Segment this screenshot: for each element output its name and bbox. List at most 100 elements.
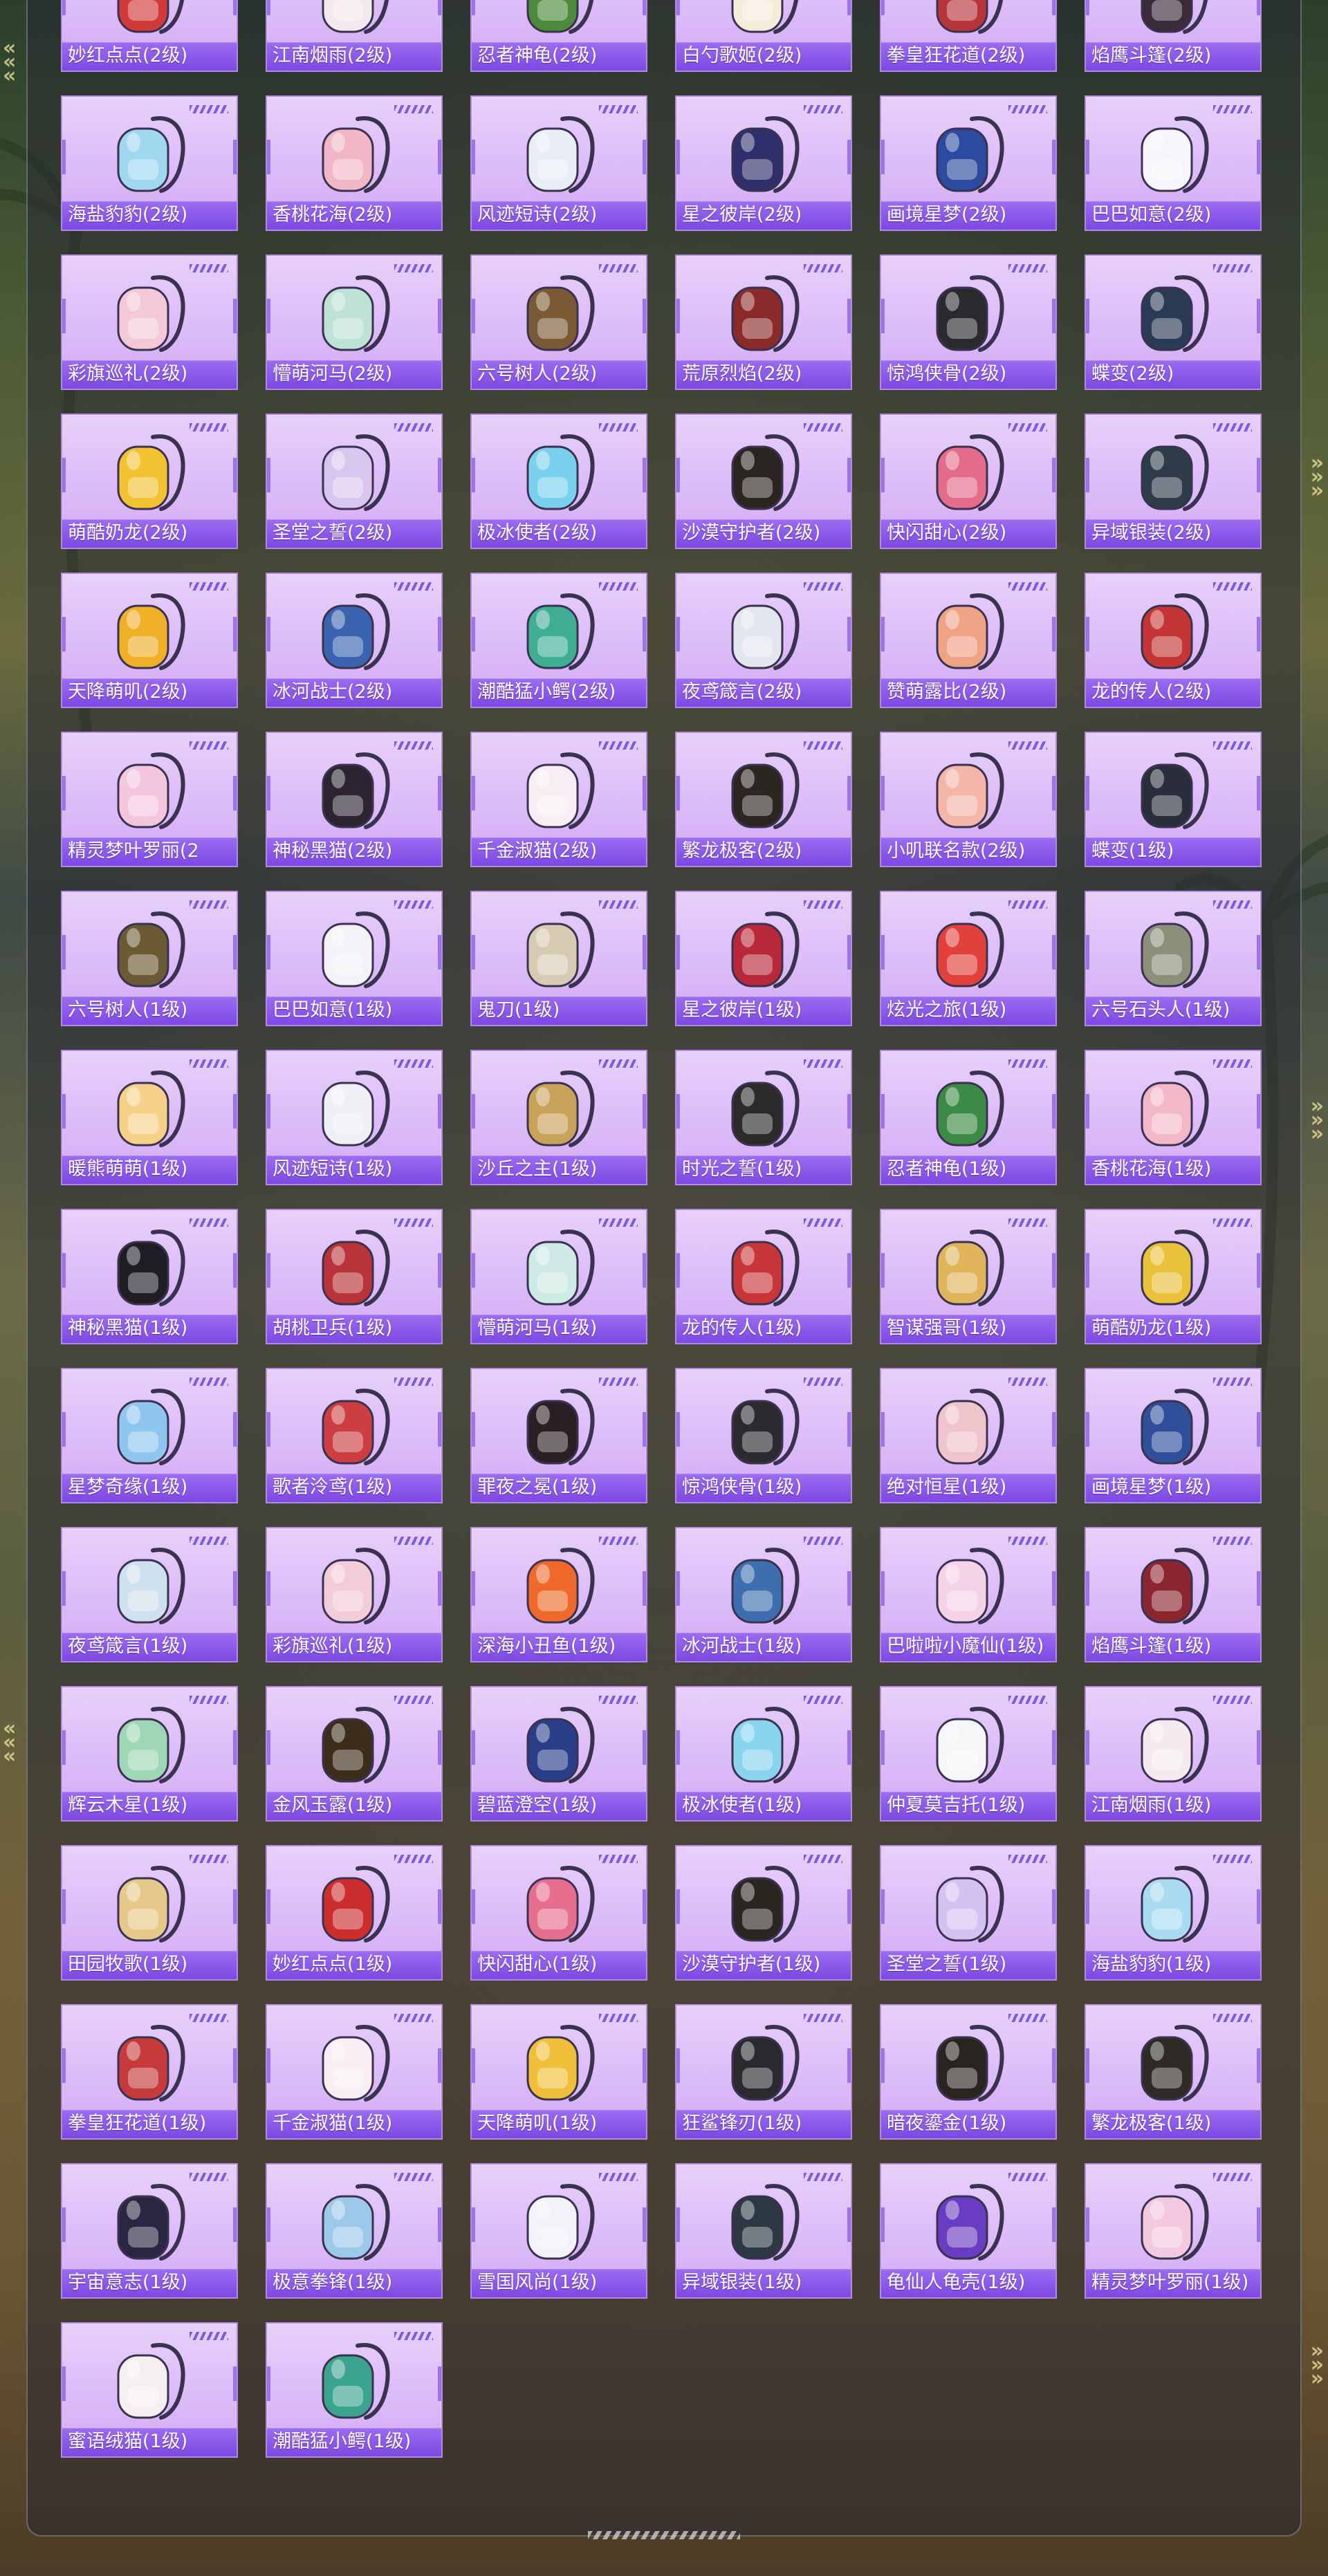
backpack-item-tile[interactable]: 天降萌叽(2级) bbox=[61, 573, 238, 708]
backpack-item-tile[interactable]: 拳皇狂花道(2级) bbox=[880, 0, 1057, 72]
backpack-item-tile[interactable]: 精灵梦叶罗丽(1级) bbox=[1085, 2163, 1262, 2299]
right-chevron-decoration: »»» bbox=[1310, 1094, 1324, 1146]
backpack-item-tile[interactable]: 彩旗巡礼(1级) bbox=[266, 1527, 443, 1662]
backpack-item-tile[interactable]: 冰河战士(2级) bbox=[266, 573, 443, 708]
backpack-item-tile[interactable]: 冰河战士(1级) bbox=[675, 1527, 852, 1662]
backpack-item-tile[interactable]: 蝶变(2级) bbox=[1085, 254, 1262, 390]
backpack-item-tile[interactable]: 异域银装(1级) bbox=[675, 2163, 852, 2299]
backpack-item-tile[interactable]: 焰鹰斗篷(2级) bbox=[1085, 0, 1262, 72]
backpack-item-tile[interactable]: 快闪甜心(2级) bbox=[880, 414, 1057, 549]
backpack-icon bbox=[1141, 2183, 1209, 2261]
backpack-item-tile[interactable]: 狂鲨锋刃(1级) bbox=[675, 2004, 852, 2140]
backpack-item-tile[interactable]: 沙漠守护者(1级) bbox=[675, 1845, 852, 1981]
backpack-item-tile[interactable]: 极冰使者(1级) bbox=[675, 1686, 852, 1822]
backpack-item-tile[interactable]: 香桃花海(2级) bbox=[266, 95, 443, 231]
backpack-icon bbox=[1141, 593, 1209, 670]
backpack-item-tile[interactable]: 潮酷猛小鳄(1级) bbox=[266, 2322, 443, 2458]
backpack-item-tile[interactable]: 千金淑猫(2级) bbox=[470, 732, 647, 867]
backpack-item-tile[interactable]: 懵萌河马(2级) bbox=[266, 254, 443, 390]
backpack-item-tile[interactable]: 惊鸿侠骨(1级) bbox=[675, 1368, 852, 1503]
tile-side-accent bbox=[881, 1730, 885, 1765]
backpack-item-tile[interactable]: 巴巴如意(2级) bbox=[1085, 95, 1262, 231]
backpack-item-tile[interactable]: 暖熊萌萌(1级) bbox=[61, 1050, 238, 1185]
backpack-item-tile[interactable]: 夜鸢箴言(2级) bbox=[675, 573, 852, 708]
backpack-item-tile[interactable]: 焰鹰斗篷(1级) bbox=[1085, 1527, 1262, 1662]
backpack-item-tile[interactable]: 神秘黑猫(1级) bbox=[61, 1209, 238, 1344]
backpack-item-tile[interactable]: 六号石头人(1级) bbox=[1085, 891, 1262, 1026]
backpack-item-tile[interactable]: 异域银装(2级) bbox=[1085, 414, 1262, 549]
backpack-item-tile[interactable]: 沙漠守护者(2级) bbox=[675, 414, 852, 549]
backpack-item-tile[interactable]: 白勺歌姬(2级) bbox=[675, 0, 852, 72]
backpack-item-tile[interactable]: 六号树人(2级) bbox=[470, 254, 647, 390]
backpack-item-tile[interactable]: 神秘黑猫(2级) bbox=[266, 732, 443, 867]
backpack-item-tile[interactable]: 辉云木星(1级) bbox=[61, 1686, 238, 1822]
backpack-item-tile[interactable]: 天降萌叽(1级) bbox=[470, 2004, 647, 2140]
backpack-item-tile[interactable]: 繁龙极客(1级) bbox=[1085, 2004, 1262, 2140]
backpack-item-tile[interactable]: 宇宙意志(1级) bbox=[61, 2163, 238, 2299]
backpack-item-tile[interactable]: 海盐豹豹(1级) bbox=[1085, 1845, 1262, 1981]
backpack-icon bbox=[731, 2024, 800, 2102]
backpack-item-tile[interactable]: 田园牧歌(1级) bbox=[61, 1845, 238, 1981]
backpack-item-tile[interactable]: 拳皇狂花道(1级) bbox=[61, 2004, 238, 2140]
backpack-item-tile[interactable]: 鬼刀(1级) bbox=[470, 891, 647, 1026]
backpack-item-tile[interactable]: 雪国风尚(1级) bbox=[470, 2163, 647, 2299]
backpack-item-tile[interactable]: 炫光之旅(1级) bbox=[880, 891, 1057, 1026]
backpack-item-tile[interactable]: 惊鸿侠骨(2级) bbox=[880, 254, 1057, 390]
backpack-item-tile[interactable]: 江南烟雨(1级) bbox=[1085, 1686, 1262, 1822]
tile-side-accent bbox=[643, 1571, 646, 1606]
backpack-item-tile[interactable]: 画境星梦(1级) bbox=[1085, 1368, 1262, 1503]
backpack-item-tile[interactable]: 妙红点点(2级) bbox=[61, 0, 238, 72]
backpack-item-tile[interactable]: 风迹短诗(2级) bbox=[470, 95, 647, 231]
backpack-item-tile[interactable]: 懵萌河马(1级) bbox=[470, 1209, 647, 1344]
backpack-item-tile[interactable]: 蜜语绒猫(1级) bbox=[61, 2322, 238, 2458]
backpack-item-tile[interactable]: 碧蓝澄空(1级) bbox=[470, 1686, 647, 1822]
backpack-item-tile[interactable]: 香桃花海(1级) bbox=[1085, 1050, 1262, 1185]
backpack-item-tile[interactable]: 赞萌露比(2级) bbox=[880, 573, 1057, 708]
backpack-item-tile[interactable]: 龙的传人(2级) bbox=[1085, 573, 1262, 708]
backpack-item-tile[interactable]: 巴啦啦小魔仙(1级) bbox=[880, 1527, 1057, 1662]
backpack-item-tile[interactable]: 风迹短诗(1级) bbox=[266, 1050, 443, 1185]
backpack-item-tile[interactable]: 画境星梦(2级) bbox=[880, 95, 1057, 231]
backpack-item-tile[interactable]: 圣堂之誓(1级) bbox=[880, 1845, 1057, 1981]
backpack-item-tile[interactable]: 绝对恒星(1级) bbox=[880, 1368, 1057, 1503]
backpack-item-tile[interactable]: 暗夜鎏金(1级) bbox=[880, 2004, 1057, 2140]
backpack-item-tile[interactable]: 忍者神龟(1级) bbox=[880, 1050, 1057, 1185]
backpack-item-tile[interactable]: 歌者泠鸢(1级) bbox=[266, 1368, 443, 1503]
backpack-item-tile[interactable]: 智谋强哥(1级) bbox=[880, 1209, 1057, 1344]
backpack-item-tile[interactable]: 星梦奇缘(1级) bbox=[61, 1368, 238, 1503]
backpack-item-tile[interactable]: 沙丘之主(1级) bbox=[470, 1050, 647, 1185]
backpack-item-tile[interactable]: 忍者神龟(2级) bbox=[470, 0, 647, 72]
backpack-item-tile[interactable]: 极冰使者(2级) bbox=[470, 414, 647, 549]
backpack-item-tile[interactable]: 星之彼岸(2级) bbox=[675, 95, 852, 231]
backpack-item-tile[interactable]: 圣堂之誓(2级) bbox=[266, 414, 443, 549]
backpack-item-tile[interactable]: 江南烟雨(2级) bbox=[266, 0, 443, 72]
backpack-item-tile[interactable]: 精灵梦叶罗丽(2 bbox=[61, 732, 238, 867]
backpack-item-tile[interactable]: 金风玉露(1级) bbox=[266, 1686, 443, 1822]
backpack-item-tile[interactable]: 龙的传人(1级) bbox=[675, 1209, 852, 1344]
backpack-item-tile[interactable]: 千金淑猫(1级) bbox=[266, 2004, 443, 2140]
backpack-item-tile[interactable]: 彩旗巡礼(2级) bbox=[61, 254, 238, 390]
item-name-label: 妙红点点(1级) bbox=[273, 1954, 393, 1975]
backpack-item-tile[interactable]: 极意拳锋(1级) bbox=[266, 2163, 443, 2299]
backpack-item-tile[interactable]: 潮酷猛小鳄(2级) bbox=[470, 573, 647, 708]
backpack-item-tile[interactable]: 深海小丑鱼(1级) bbox=[470, 1527, 647, 1662]
backpack-item-tile[interactable]: 仲夏莫吉托(1级) bbox=[880, 1686, 1057, 1822]
backpack-item-tile[interactable]: 蝶变(1级) bbox=[1085, 732, 1262, 867]
backpack-item-tile[interactable]: 龟仙人龟壳(1级) bbox=[880, 2163, 1057, 2299]
backpack-icon bbox=[936, 1388, 1004, 1465]
backpack-item-tile[interactable]: 胡桃卫兵(1级) bbox=[266, 1209, 443, 1344]
backpack-item-tile[interactable]: 星之彼岸(1级) bbox=[675, 891, 852, 1026]
backpack-item-tile[interactable]: 海盐豹豹(2级) bbox=[61, 95, 238, 231]
backpack-item-tile[interactable]: 夜鸢箴言(1级) bbox=[61, 1527, 238, 1662]
backpack-item-tile[interactable]: 六号树人(1级) bbox=[61, 891, 238, 1026]
backpack-item-tile[interactable]: 萌酷奶龙(1级) bbox=[1085, 1209, 1262, 1344]
backpack-item-tile[interactable]: 时光之誓(1级) bbox=[675, 1050, 852, 1185]
backpack-item-tile[interactable]: 繁龙极客(2级) bbox=[675, 732, 852, 867]
backpack-item-tile[interactable]: 萌酷奶龙(2级) bbox=[61, 414, 238, 549]
backpack-item-tile[interactable]: 荒原烈焰(2级) bbox=[675, 254, 852, 390]
backpack-item-tile[interactable]: 妙红点点(1级) bbox=[266, 1845, 443, 1981]
backpack-item-tile[interactable]: 罪夜之冕(1级) bbox=[470, 1368, 647, 1503]
backpack-item-tile[interactable]: 巴巴如意(1级) bbox=[266, 891, 443, 1026]
backpack-item-tile[interactable]: 快闪甜心(1级) bbox=[470, 1845, 647, 1981]
backpack-item-tile[interactable]: 小叽联名款(2级) bbox=[880, 732, 1057, 867]
